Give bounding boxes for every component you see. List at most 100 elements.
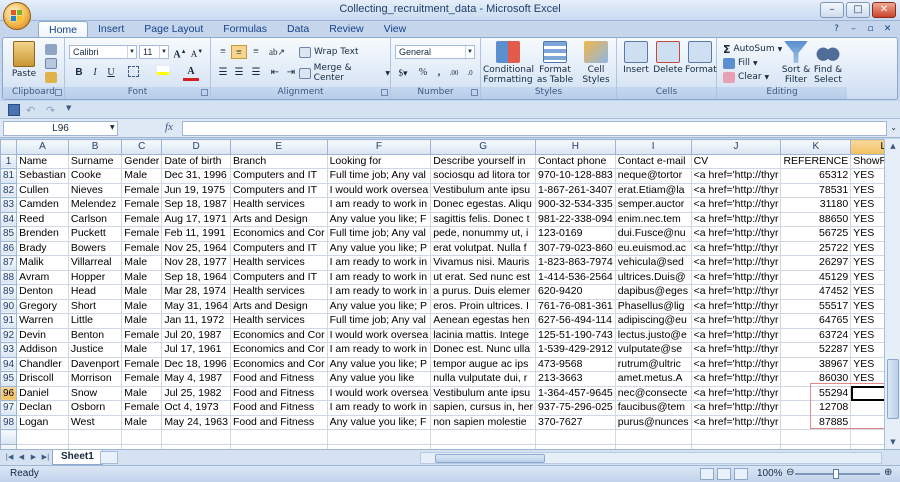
table-cell[interactable]: Cullen (16, 182, 69, 198)
table-cell[interactable]: 38967 (780, 356, 852, 372)
help-icon[interactable]: ? (830, 23, 843, 36)
table-cell[interactable]: 620-9420 (535, 284, 616, 300)
table-cell[interactable]: 26297 (780, 255, 852, 271)
table-cell[interactable]: I am ready to work in (326, 269, 432, 285)
insert-cells-button[interactable]: Insert (621, 41, 651, 75)
row-header[interactable]: 81 (0, 168, 18, 184)
table-cell[interactable]: Dec 31, 1996 (161, 168, 231, 184)
table-cell[interactable]: I am ready to work in (326, 197, 432, 213)
row-header[interactable]: 1 (0, 153, 18, 169)
table-cell[interactable]: YES (850, 313, 884, 329)
table-cell[interactable] (850, 385, 884, 401)
table-cell[interactable]: 900-32-534-335 (535, 197, 616, 213)
table-cell[interactable]: 31180 (780, 197, 852, 213)
name-box-dropdown-icon[interactable]: ▼ (110, 124, 115, 131)
table-cell[interactable]: Female (121, 226, 163, 242)
table-cell[interactable]: Head (67, 284, 123, 300)
table-cell[interactable]: Phasellus@lig (614, 298, 692, 314)
row-header[interactable]: 94 (0, 356, 18, 372)
row-header[interactable]: 84 (0, 211, 18, 227)
expand-formula-bar-icon[interactable]: ⌄ (890, 123, 897, 132)
row-header[interactable]: 95 (0, 371, 18, 387)
table-cell[interactable]: faucibus@tem (614, 400, 692, 416)
row-header[interactable]: 93 (0, 342, 18, 358)
table-cell[interactable]: a purus. Duis elemer (430, 284, 537, 300)
table-cell[interactable]: 88650 (780, 211, 852, 227)
table-cell[interactable]: Avram (16, 269, 69, 285)
table-cell[interactable]: 52287 (780, 342, 852, 358)
column-title-cell[interactable]: Describe yourself in (430, 153, 537, 169)
sheet-tab[interactable]: Sheet1 (52, 450, 103, 465)
table-cell[interactable]: ultrices.Duis@ (614, 269, 692, 285)
fill-button[interactable]: Fill ▼ (723, 56, 758, 70)
table-cell[interactable]: sagittis felis. Donec t (430, 211, 537, 227)
table-cell[interactable]: Arts and Design (229, 298, 328, 314)
table-cell[interactable]: West (67, 414, 123, 430)
column-header-B[interactable]: B (67, 139, 123, 155)
row-header[interactable]: 96 (0, 385, 18, 401)
table-cell[interactable]: I would work oversea (326, 182, 432, 198)
column-header-L[interactable]: L (850, 139, 884, 155)
sort-filter-button[interactable]: Sort & Filter (781, 41, 811, 85)
first-sheet-icon[interactable]: |◀ (4, 452, 15, 463)
column-title-cell[interactable]: Looking for (326, 153, 432, 169)
table-cell[interactable]: Nov 28, 1977 (161, 255, 231, 271)
tab-insert[interactable]: Insert (88, 21, 134, 38)
column-title-cell[interactable]: REFERENCE (780, 153, 852, 169)
table-cell[interactable] (850, 400, 884, 416)
table-cell[interactable]: vehicula@sed (614, 255, 692, 271)
table-cell[interactable]: Full time job; Any val (326, 168, 432, 184)
table-cell[interactable]: Female (121, 240, 163, 256)
table-cell[interactable]: Computers and IT (229, 182, 328, 198)
tab-formulas[interactable]: Formulas (213, 21, 277, 38)
dialog-launcher-icon[interactable] (55, 89, 62, 96)
table-cell[interactable]: YES (850, 356, 884, 372)
tab-data[interactable]: Data (277, 21, 319, 38)
fill-color-button[interactable] (155, 66, 171, 80)
table-cell[interactable]: YES (850, 211, 884, 227)
table-cell[interactable]: 761-76-081-361 (535, 298, 616, 314)
number-format-dropdown[interactable]: General ▼ (395, 45, 475, 59)
table-cell[interactable]: non sapien molestie (430, 414, 537, 430)
table-cell[interactable]: Food and Fitness (229, 400, 328, 416)
table-cell[interactable]: 87885 (780, 414, 852, 430)
column-title-cell[interactable]: Contact phone (535, 153, 616, 169)
table-cell[interactable] (121, 429, 163, 445)
table-cell[interactable]: sapien, cursus in, her (430, 400, 537, 416)
table-cell[interactable]: Computers and IT (229, 240, 328, 256)
table-cell[interactable]: Declan (16, 400, 69, 416)
last-sheet-icon[interactable]: ▶| (40, 452, 51, 463)
table-cell[interactable]: Computers and IT (229, 269, 328, 285)
table-cell[interactable]: Melendez (67, 197, 123, 213)
table-cell[interactable]: Health services (229, 255, 328, 271)
font-color-button[interactable]: A (183, 66, 199, 81)
clear-button[interactable]: Clear ▼ (723, 70, 769, 84)
table-cell[interactable]: Nov 25, 1964 (161, 240, 231, 256)
insert-function-button[interactable]: fx (165, 121, 173, 133)
table-cell[interactable]: Male (121, 284, 163, 300)
table-cell[interactable]: I am ready to work in (326, 284, 432, 300)
borders-button[interactable] (125, 66, 141, 80)
merge-center-button[interactable]: Merge & Center ▼ (299, 63, 390, 83)
table-cell[interactable]: Camden (16, 197, 69, 213)
table-cell[interactable]: 65312 (780, 168, 852, 184)
table-cell[interactable]: Addison (16, 342, 69, 358)
table-cell[interactable]: Health services (229, 197, 328, 213)
tab-review[interactable]: Review (319, 21, 373, 38)
table-cell[interactable]: I would work oversea (326, 327, 432, 343)
align-right-button[interactable]: ☰ (248, 66, 264, 80)
table-cell[interactable]: 63724 (780, 327, 852, 343)
zoom-level[interactable]: 100% (757, 468, 783, 479)
row-header[interactable]: 88 (0, 269, 18, 285)
table-cell[interactable]: 473-9568 (535, 356, 616, 372)
table-cell[interactable]: <a href='http://thyr (690, 298, 782, 314)
table-cell[interactable]: Aug 17, 1971 (161, 211, 231, 227)
table-cell[interactable]: Jul 25, 1982 (161, 385, 231, 401)
table-cell[interactable]: <a href='http://thyr (690, 182, 782, 198)
row-header[interactable]: 91 (0, 313, 18, 329)
table-cell[interactable]: 981-22-338-094 (535, 211, 616, 227)
column-header-K[interactable]: K (780, 139, 852, 155)
tab-page-layout[interactable]: Page Layout (134, 21, 213, 38)
table-cell[interactable]: Jul 20, 1987 (161, 327, 231, 343)
table-cell[interactable]: enim.nec.tem (614, 211, 692, 227)
